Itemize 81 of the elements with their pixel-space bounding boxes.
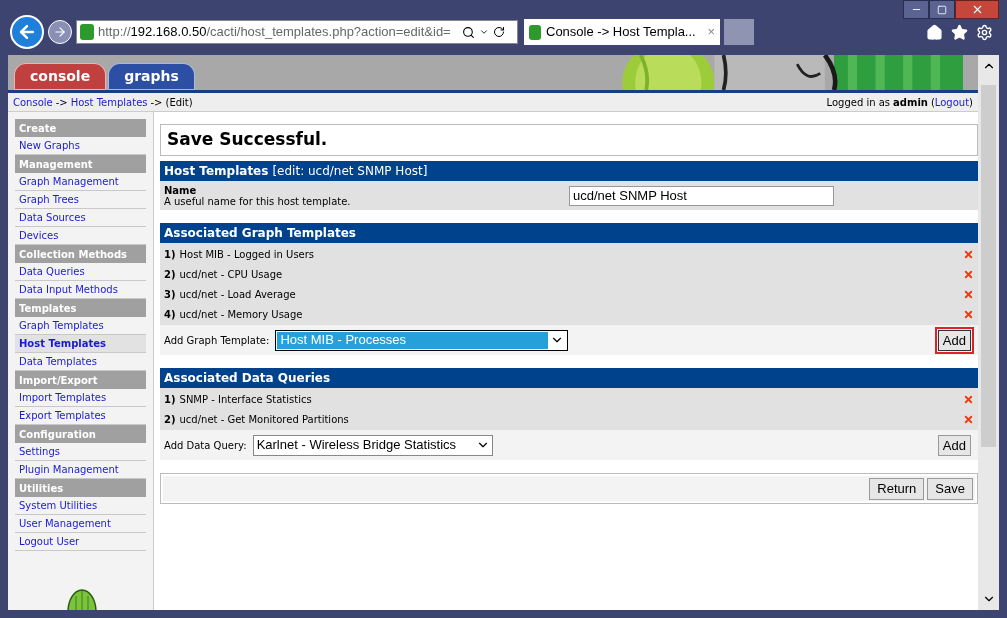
breadcrumb-text: ->	[150, 95, 163, 110]
close-button[interactable]	[955, 0, 999, 19]
paren-text: (	[930, 95, 935, 110]
maximize-icon	[937, 4, 947, 15]
add-label: Add Data Query:	[164, 438, 247, 453]
sidebar-heading: Create	[15, 119, 146, 137]
item-label: ucd/net - CPU Usage	[179, 267, 283, 282]
breadcrumb-text: ->	[55, 95, 68, 110]
item-label: SNMP - Interface Statistics	[179, 392, 312, 407]
item-label: ucd/net - Load Average	[179, 287, 296, 302]
sidebar-item[interactable]: Logout User	[15, 533, 146, 551]
settings-icon[interactable]	[976, 23, 993, 41]
sidebar-heading: Management	[15, 155, 146, 173]
template-select[interactable]: Karlnet - Wireless Bridge Statistics	[252, 434, 493, 456]
site-icon	[80, 24, 94, 40]
search-icon[interactable]	[462, 25, 475, 39]
sidebar-item[interactable]: Data Queries	[15, 263, 146, 281]
panel-title: Host Templates	[164, 163, 269, 180]
site-icon	[529, 24, 541, 40]
refresh-icon[interactable]	[493, 26, 505, 38]
add-button[interactable]: Add	[937, 329, 971, 351]
name-field[interactable]: ucd/net SNMP Host	[569, 185, 834, 206]
sidebar-heading: Utilities	[15, 479, 146, 497]
field-hint: A useful name for this host template.	[164, 195, 351, 207]
sidebar-item[interactable]: Data Sources	[15, 209, 146, 227]
favorites-icon[interactable]	[951, 23, 968, 41]
sidebar-item[interactable]: Import Templates	[15, 389, 146, 407]
sidebar-item[interactable]: Graph Management	[15, 173, 146, 191]
tab-close-button[interactable]: ×	[707, 22, 715, 42]
sidebar-item[interactable]: System Utilities	[15, 497, 146, 515]
tab-title: Console -> Host Templa...	[546, 23, 697, 42]
panel-subtitle: [edit: ucd/net SNMP Host]	[272, 163, 428, 180]
sidebar-heading: Collection Methods	[15, 245, 146, 263]
section-header: Associated Data Queries	[160, 368, 978, 388]
address-bar[interactable]: http://192.168.0.50/cacti/host_templates.php?action=edit&id=	[76, 20, 518, 44]
sidebar-heading: Configuration	[15, 425, 146, 443]
forward-arrow-icon	[53, 25, 67, 39]
action-button[interactable]: Save	[927, 477, 973, 500]
item-number: 1)	[164, 392, 176, 407]
nav-tab[interactable]: console	[14, 63, 107, 90]
user-name: admin	[893, 95, 928, 110]
login-label: Logged in as	[826, 95, 891, 110]
breadcrumb-text: (Edit)	[165, 95, 193, 110]
home-icon[interactable]	[926, 23, 943, 41]
breadcrumb-link[interactable]: Console	[13, 94, 53, 110]
delete-icon[interactable]	[963, 288, 974, 300]
action-button[interactable]: Return	[869, 477, 925, 500]
item-label: ucd/net - Memory Usage	[179, 307, 303, 322]
section-header: Associated Graph Templates	[160, 223, 978, 243]
sidebar-heading: Templates	[15, 299, 146, 317]
browser-tab[interactable]: Console -> Host Templa... ×	[524, 19, 720, 45]
delete-icon[interactable]	[963, 248, 974, 260]
sidebar-item[interactable]: Host Templates	[15, 335, 146, 353]
add-button[interactable]: Add	[937, 434, 971, 456]
delete-icon[interactable]	[963, 393, 974, 405]
add-label: Add Graph Template:	[164, 333, 270, 348]
paren-text: )	[969, 95, 973, 110]
url-text: http://192.168.0.50/cacti/host_templates.php?action=edit&id=	[98, 23, 452, 42]
breadcrumb-link[interactable]: Host Templates	[70, 94, 148, 110]
item-number: 3)	[164, 287, 176, 302]
item-number: 2)	[164, 412, 176, 427]
item-number: 4)	[164, 307, 176, 322]
item-number: 1)	[164, 247, 176, 262]
caret-icon[interactable]	[479, 27, 489, 37]
sidebar-item[interactable]: User Management	[15, 515, 146, 533]
item-number: 2)	[164, 267, 176, 282]
delete-icon[interactable]	[963, 413, 974, 425]
maximize-button[interactable]	[929, 0, 955, 19]
forward-button[interactable]	[48, 20, 72, 44]
item-label: ucd/net - Get Monitored Partitions	[179, 412, 349, 427]
item-label: Host MIB - Logged in Users	[179, 247, 315, 262]
success-message: Save Successful.	[160, 124, 978, 156]
sidebar-item[interactable]: Graph Trees	[15, 191, 146, 209]
nav-tab[interactable]: graphs	[108, 63, 195, 90]
sidebar-item[interactable]: Settings	[15, 443, 146, 461]
scrollbar[interactable]	[978, 55, 999, 610]
sidebar-heading: Import/Export	[15, 371, 146, 389]
delete-icon[interactable]	[963, 308, 974, 320]
back-button[interactable]	[10, 15, 44, 49]
delete-icon[interactable]	[963, 268, 974, 280]
field-label: Name	[164, 184, 198, 196]
